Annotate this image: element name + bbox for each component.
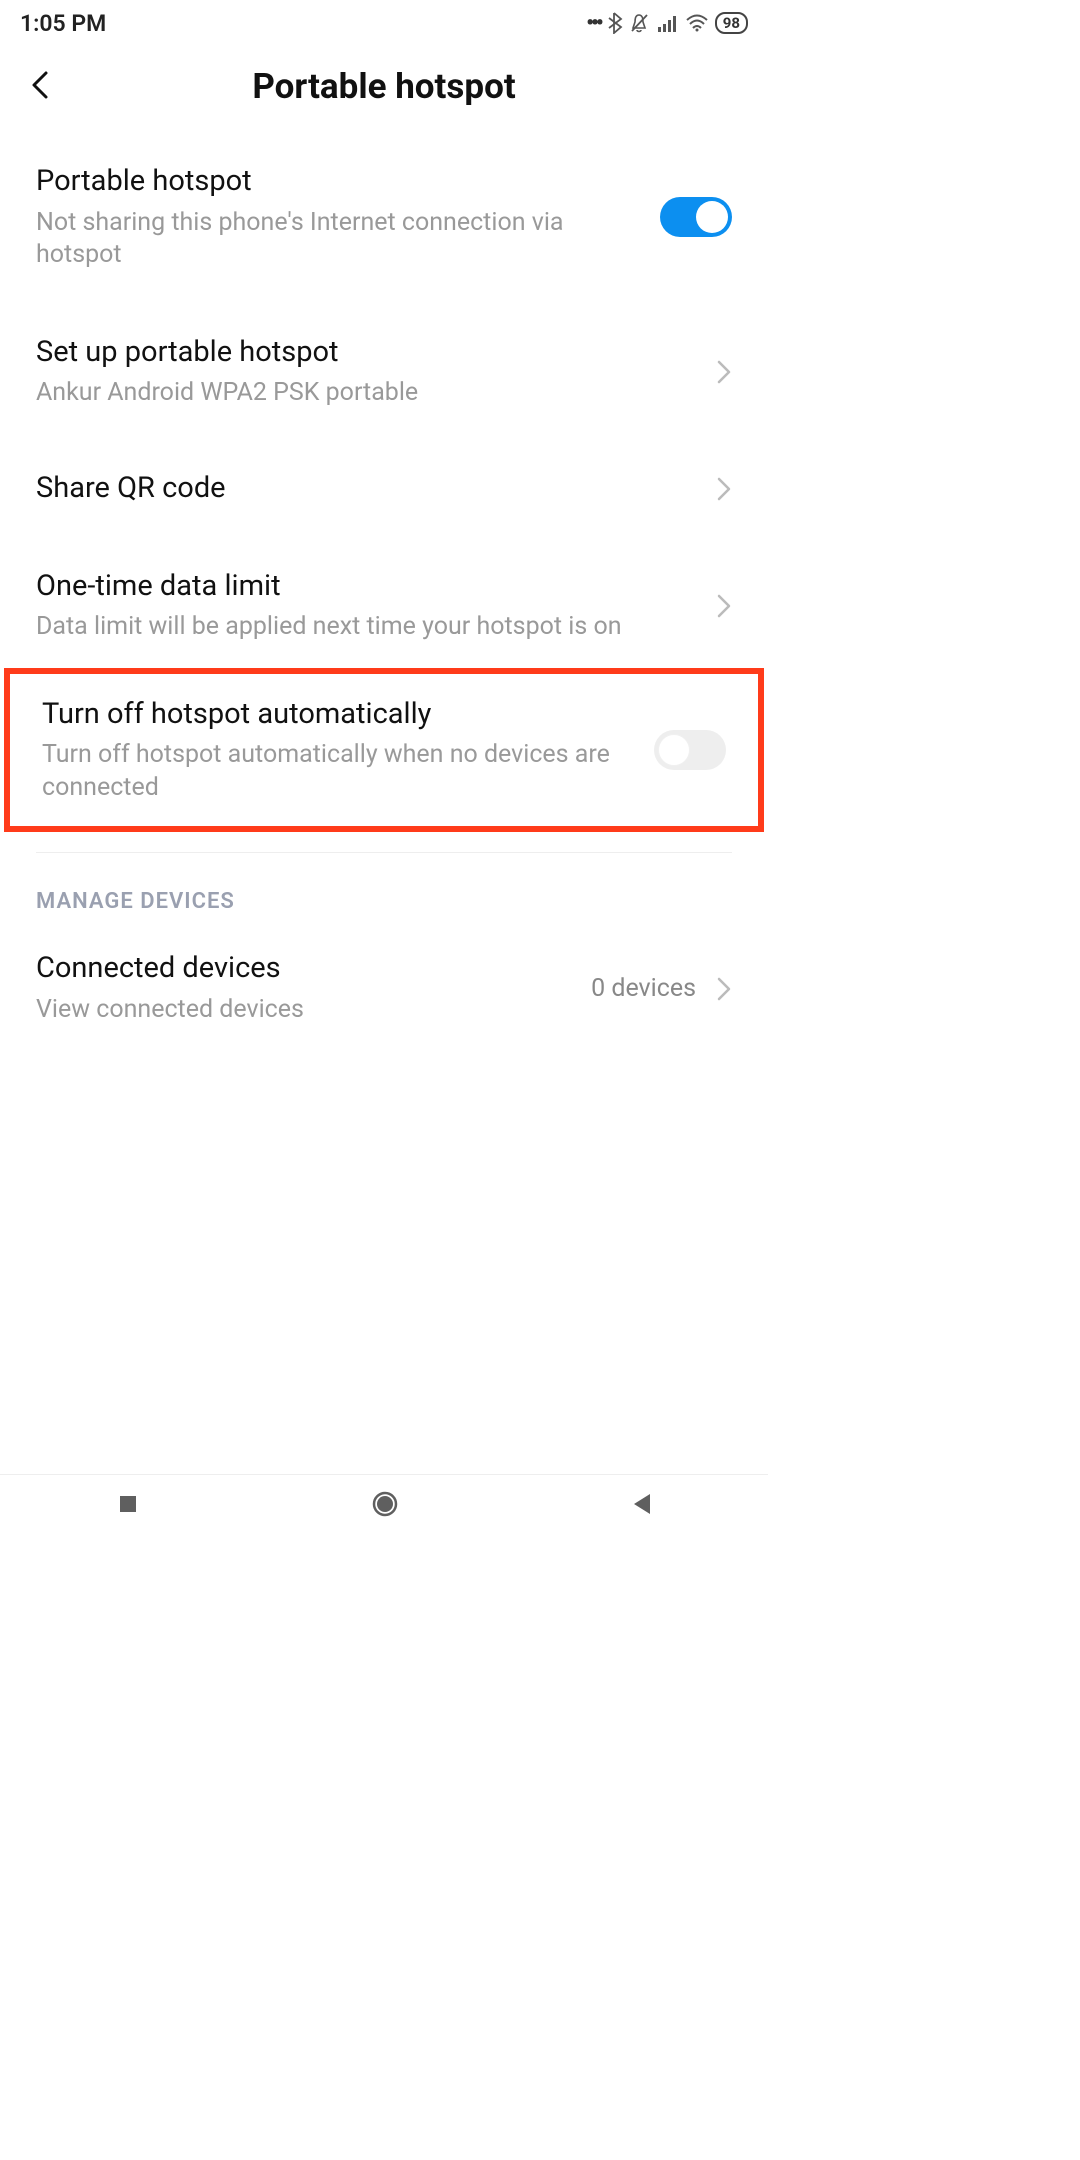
connected-value: 0 devices [591,974,696,1003]
connected-subtitle: View connected devices [36,994,571,1027]
auto-off-toggle[interactable] [654,730,726,770]
setup-subtitle: Ankur Android WPA2 PSK portable [36,377,696,410]
qr-title: Share QR code [36,470,696,508]
setup-title: Set up portable hotspot [36,334,696,372]
hotspot-subtitle: Not sharing this phone's Internet connec… [36,207,640,272]
highlight-box: Turn off hotspot automatically Turn off … [4,668,764,833]
row-setup-hotspot[interactable]: Set up portable hotspot Ankur Android WP… [0,296,768,434]
page-title: Portable hotspot [252,66,515,107]
row-portable-hotspot[interactable]: Portable hotspot Not sharing this phone'… [0,127,768,296]
chevron-right-icon [716,593,732,619]
row-connected-devices[interactable]: Connected devices View connected devices… [0,926,768,1050]
nav-recent-button[interactable] [116,1492,140,1520]
connected-title: Connected devices [36,950,571,988]
chevron-right-icon [716,976,732,1002]
section-manage-devices: MANAGE DEVICES [0,853,768,926]
bluetooth-icon [607,12,623,34]
triangle-left-icon [630,1492,652,1516]
hotspot-toggle[interactable] [660,197,732,237]
chevron-right-icon [716,359,732,385]
nav-back-button[interactable] [630,1492,652,1520]
circle-icon [371,1490,399,1518]
chevron-right-icon [716,476,732,502]
status-bar: 1:05 PM ••• 98 [0,0,768,42]
auto-off-subtitle: Turn off hotspot automatically when no d… [42,739,634,804]
row-auto-off[interactable]: Turn off hotspot automatically Turn off … [10,674,758,827]
row-share-qr[interactable]: Share QR code [0,434,768,544]
chevron-left-icon [28,70,52,100]
row-data-limit[interactable]: One-time data limit Data limit will be a… [0,544,768,668]
more-icon: ••• [586,11,601,36]
back-button[interactable] [28,70,52,104]
auto-off-title: Turn off hotspot automatically [42,696,634,734]
header: Portable hotspot [0,42,768,127]
nav-home-button[interactable] [371,1490,399,1522]
signal-icon [657,14,679,32]
battery-indicator: 98 [715,12,748,34]
navigation-bar [0,1474,768,1536]
content: Portable hotspot Not sharing this phone'… [0,127,768,1051]
data-limit-subtitle: Data limit will be applied next time you… [36,611,696,644]
data-limit-title: One-time data limit [36,568,696,606]
status-icons: ••• 98 [586,11,748,36]
wifi-icon [685,14,709,32]
square-icon [116,1492,140,1516]
status-time: 1:05 PM [20,10,106,37]
hotspot-title: Portable hotspot [36,163,640,201]
mute-icon [629,12,651,34]
